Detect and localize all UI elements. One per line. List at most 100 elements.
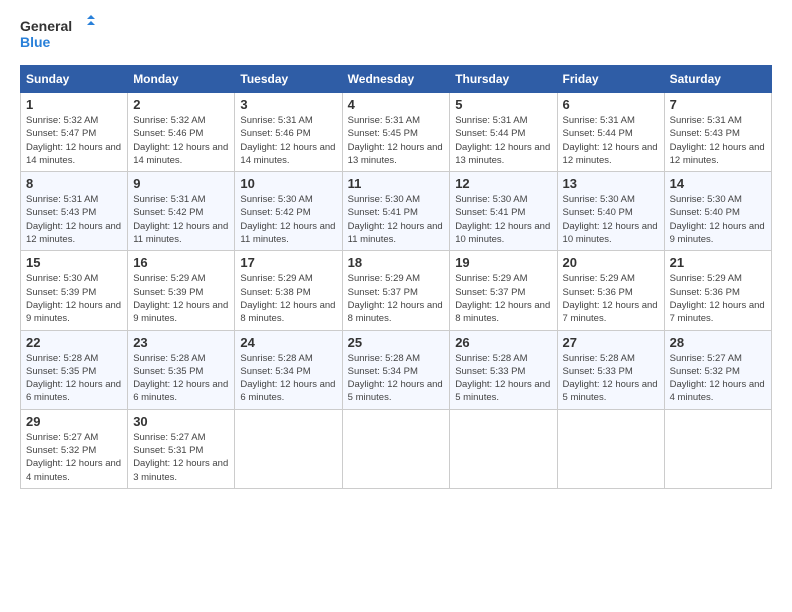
calendar-day-cell: 19Sunrise: 5:29 AMSunset: 5:37 PMDayligh…	[450, 251, 557, 330]
day-info: Sunrise: 5:30 AMSunset: 5:40 PMDaylight:…	[670, 193, 766, 246]
day-number: 6	[563, 97, 659, 112]
calendar-day-cell: 3 Sunrise: 5:31 AMSunset: 5:46 PMDaylight…	[235, 93, 342, 172]
day-number: 3	[240, 97, 336, 112]
calendar-day-cell: 18 Sunrise: 5:29 AMSunset: 5:37 PMDayligh…	[342, 251, 450, 330]
day-number: 25	[348, 335, 445, 350]
calendar-day-cell: 16 Sunrise: 5:29 AMSunset: 5:39 PMDayligh…	[128, 251, 235, 330]
calendar-table: SundayMondayTuesdayWednesdayThursdayFrid…	[20, 65, 772, 489]
calendar-week-row: 8 Sunrise: 5:31 AMSunset: 5:43 PMDaylight…	[21, 172, 772, 251]
empty-cell	[450, 409, 557, 488]
day-number: 17	[240, 255, 336, 270]
day-info: Sunrise: 5:29 AMSunset: 5:36 PMDaylight:…	[563, 272, 659, 325]
svg-text:Blue: Blue	[20, 34, 51, 50]
day-number: 15	[26, 255, 122, 270]
day-info: Sunrise: 5:29 AMSunset: 5:38 PMDaylight:…	[240, 272, 336, 325]
calendar-week-row: 15Sunrise: 5:30 AMSunset: 5:39 PMDayligh…	[21, 251, 772, 330]
day-number: 27	[563, 335, 659, 350]
calendar-week-row: 29 Sunrise: 5:27 AMSunset: 5:32 PMDayligh…	[21, 409, 772, 488]
day-info: Sunrise: 5:31 AMSunset: 5:43 PMDaylight:…	[670, 114, 766, 167]
calendar-day-cell: 22 Sunrise: 5:28 AMSunset: 5:35 PMDayligh…	[21, 330, 128, 409]
day-info: Sunrise: 5:28 AMSunset: 5:34 PMDaylight:…	[240, 352, 336, 405]
calendar-day-cell: 10 Sunrise: 5:30 AMSunset: 5:42 PMDayligh…	[235, 172, 342, 251]
day-info: Sunrise: 5:28 AMSunset: 5:33 PMDaylight:…	[455, 352, 551, 405]
calendar-day-cell: 27 Sunrise: 5:28 AMSunset: 5:33 PMDayligh…	[557, 330, 664, 409]
day-header-tuesday: Tuesday	[235, 66, 342, 93]
calendar-week-row: 1 Sunrise: 5:32 AMSunset: 5:47 PMDaylight…	[21, 93, 772, 172]
day-info: Sunrise: 5:32 AMSunset: 5:47 PMDaylight:…	[26, 114, 122, 167]
empty-cell	[342, 409, 450, 488]
day-info: Sunrise: 5:28 AMSunset: 5:35 PMDaylight:…	[26, 352, 122, 405]
day-number: 29	[26, 414, 122, 429]
calendar-day-cell: 1 Sunrise: 5:32 AMSunset: 5:47 PMDaylight…	[21, 93, 128, 172]
calendar-day-cell: 30 Sunrise: 5:27 AMSunset: 5:31 PMDayligh…	[128, 409, 235, 488]
calendar-day-cell: 12 Sunrise: 5:30 AMSunset: 5:41 PMDayligh…	[450, 172, 557, 251]
day-info: Sunrise: 5:31 AMSunset: 5:44 PMDaylight:…	[563, 114, 659, 167]
empty-cell	[664, 409, 771, 488]
day-number: 28	[670, 335, 766, 350]
calendar-day-cell: 26 Sunrise: 5:28 AMSunset: 5:33 PMDayligh…	[450, 330, 557, 409]
day-number: 19	[455, 255, 551, 270]
day-header-monday: Monday	[128, 66, 235, 93]
day-number: 26	[455, 335, 551, 350]
day-number: 20	[563, 255, 659, 270]
day-number: 13	[563, 176, 659, 191]
page-header: General Blue	[20, 15, 772, 55]
day-number: 8	[26, 176, 122, 191]
day-info: Sunrise: 5:30 AMSunset: 5:41 PMDaylight:…	[348, 193, 445, 246]
day-header-thursday: Thursday	[450, 66, 557, 93]
day-header-sunday: Sunday	[21, 66, 128, 93]
calendar-day-cell: 6 Sunrise: 5:31 AMSunset: 5:44 PMDaylight…	[557, 93, 664, 172]
calendar-day-cell: 17 Sunrise: 5:29 AMSunset: 5:38 PMDayligh…	[235, 251, 342, 330]
day-info: Sunrise: 5:29 AMSunset: 5:36 PMDaylight:…	[670, 272, 766, 325]
logo-icon: General Blue	[20, 15, 100, 55]
calendar-day-cell: 20 Sunrise: 5:29 AMSunset: 5:36 PMDayligh…	[557, 251, 664, 330]
svg-text:General: General	[20, 18, 72, 34]
day-number: 1	[26, 97, 122, 112]
calendar-day-cell: 9Sunrise: 5:31 AMSunset: 5:42 PMDaylight…	[128, 172, 235, 251]
calendar-day-cell: 15Sunrise: 5:30 AMSunset: 5:39 PMDayligh…	[21, 251, 128, 330]
day-number: 10	[240, 176, 336, 191]
day-info: Sunrise: 5:31 AMSunset: 5:45 PMDaylight:…	[348, 114, 445, 167]
calendar-day-cell: 14 Sunrise: 5:30 AMSunset: 5:40 PMDayligh…	[664, 172, 771, 251]
calendar-day-cell: 29 Sunrise: 5:27 AMSunset: 5:32 PMDayligh…	[21, 409, 128, 488]
day-info: Sunrise: 5:29 AMSunset: 5:39 PMDaylight:…	[133, 272, 229, 325]
day-info: Sunrise: 5:27 AMSunset: 5:32 PMDaylight:…	[26, 431, 122, 484]
day-number: 4	[348, 97, 445, 112]
day-info: Sunrise: 5:30 AMSunset: 5:41 PMDaylight:…	[455, 193, 551, 246]
calendar-day-cell: 25 Sunrise: 5:28 AMSunset: 5:34 PMDayligh…	[342, 330, 450, 409]
day-info: Sunrise: 5:28 AMSunset: 5:34 PMDaylight:…	[348, 352, 445, 405]
calendar-day-cell: 5Sunrise: 5:31 AMSunset: 5:44 PMDaylight…	[450, 93, 557, 172]
day-number: 14	[670, 176, 766, 191]
day-number: 21	[670, 255, 766, 270]
calendar-day-cell: 7 Sunrise: 5:31 AMSunset: 5:43 PMDaylight…	[664, 93, 771, 172]
calendar-day-cell: 24 Sunrise: 5:28 AMSunset: 5:34 PMDayligh…	[235, 330, 342, 409]
day-info: Sunrise: 5:30 AMSunset: 5:42 PMDaylight:…	[240, 193, 336, 246]
day-number: 18	[348, 255, 445, 270]
calendar-week-row: 22 Sunrise: 5:28 AMSunset: 5:35 PMDayligh…	[21, 330, 772, 409]
day-number: 7	[670, 97, 766, 112]
day-number: 2	[133, 97, 229, 112]
day-number: 11	[348, 176, 445, 191]
day-number: 16	[133, 255, 229, 270]
empty-cell	[557, 409, 664, 488]
day-info: Sunrise: 5:30 AMSunset: 5:40 PMDaylight:…	[563, 193, 659, 246]
day-info: Sunrise: 5:27 AMSunset: 5:31 PMDaylight:…	[133, 431, 229, 484]
calendar-day-cell: 8 Sunrise: 5:31 AMSunset: 5:43 PMDaylight…	[21, 172, 128, 251]
day-info: Sunrise: 5:31 AMSunset: 5:46 PMDaylight:…	[240, 114, 336, 167]
day-number: 12	[455, 176, 551, 191]
day-number: 23	[133, 335, 229, 350]
calendar-day-cell: 4 Sunrise: 5:31 AMSunset: 5:45 PMDaylight…	[342, 93, 450, 172]
day-number: 30	[133, 414, 229, 429]
day-info: Sunrise: 5:31 AMSunset: 5:43 PMDaylight:…	[26, 193, 122, 246]
day-info: Sunrise: 5:28 AMSunset: 5:33 PMDaylight:…	[563, 352, 659, 405]
day-number: 22	[26, 335, 122, 350]
day-info: Sunrise: 5:28 AMSunset: 5:35 PMDaylight:…	[133, 352, 229, 405]
day-header-saturday: Saturday	[664, 66, 771, 93]
calendar-day-cell: 21 Sunrise: 5:29 AMSunset: 5:36 PMDayligh…	[664, 251, 771, 330]
calendar-header-row: SundayMondayTuesdayWednesdayThursdayFrid…	[21, 66, 772, 93]
day-number: 24	[240, 335, 336, 350]
day-info: Sunrise: 5:29 AMSunset: 5:37 PMDaylight:…	[348, 272, 445, 325]
day-info: Sunrise: 5:31 AMSunset: 5:44 PMDaylight:…	[455, 114, 551, 167]
day-info: Sunrise: 5:27 AMSunset: 5:32 PMDaylight:…	[670, 352, 766, 405]
calendar-day-cell: 11 Sunrise: 5:30 AMSunset: 5:41 PMDayligh…	[342, 172, 450, 251]
